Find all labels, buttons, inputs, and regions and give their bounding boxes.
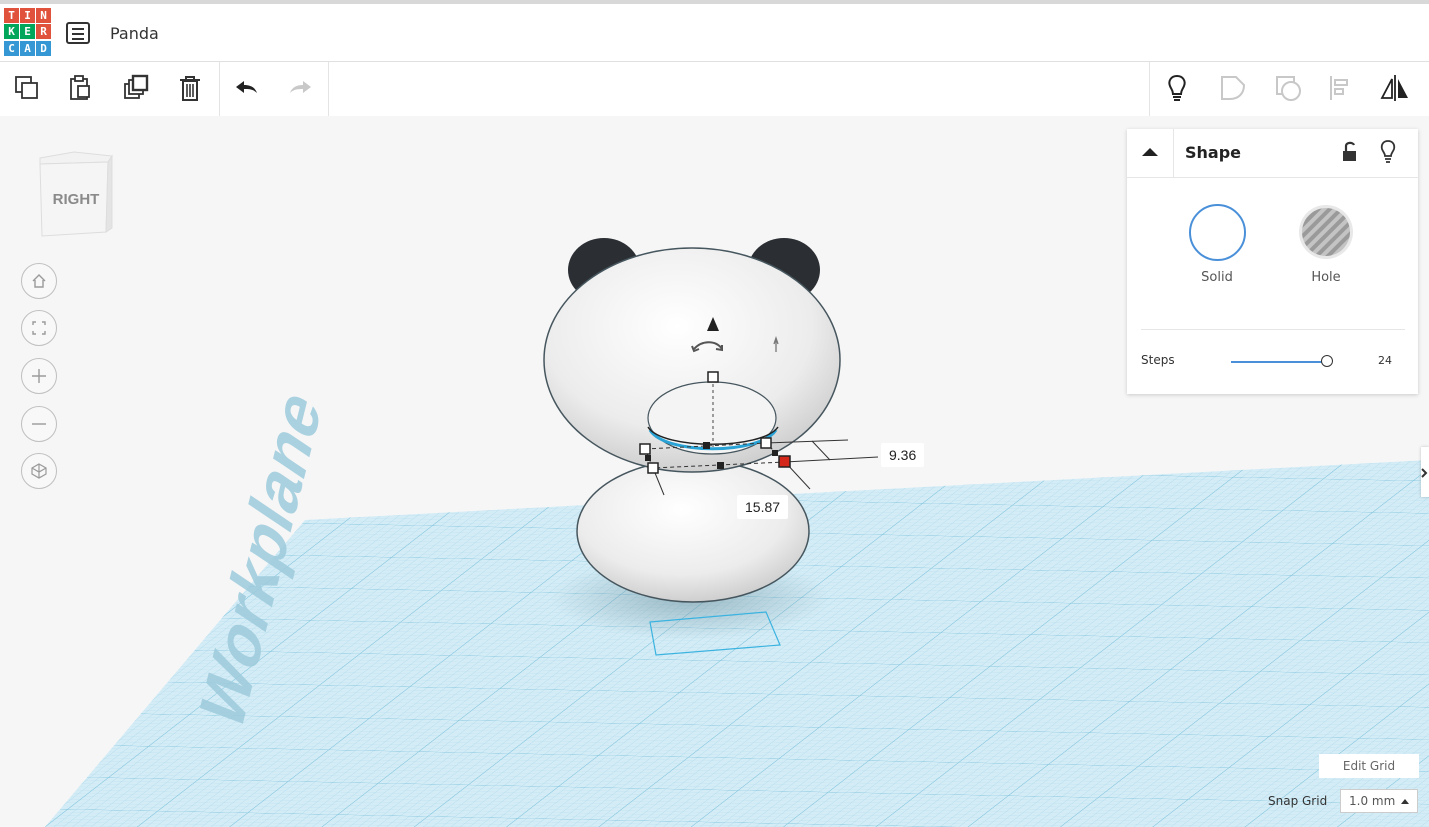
logo-letter: R	[36, 24, 51, 40]
design-list-icon[interactable]	[66, 22, 90, 44]
ungroup-icon[interactable]	[1268, 68, 1308, 108]
panel-divider	[1141, 329, 1405, 330]
home-view-icon[interactable]	[21, 263, 57, 299]
logo-letter: A	[20, 40, 35, 56]
logo-letter: T	[4, 8, 19, 23]
design-title[interactable]: Panda	[110, 24, 159, 43]
logo-letter: N	[36, 8, 51, 23]
lock-icon[interactable]	[1339, 140, 1361, 164]
delete-icon[interactable]	[170, 68, 210, 108]
mirror-icon[interactable]	[1375, 68, 1415, 108]
paste-icon[interactable]	[60, 68, 100, 108]
shape-inspector-panel: Shape Solid Hole Steps 24	[1127, 129, 1418, 394]
height-handle[interactable]	[707, 371, 719, 383]
solid-option-circle[interactable]	[1189, 204, 1246, 261]
corner-handle[interactable]	[647, 462, 659, 474]
snap-grid-select[interactable]: 1.0 mm	[1340, 789, 1418, 813]
top-bar: T I N K E R C A D Panda	[0, 0, 1429, 62]
corner-handle[interactable]	[639, 443, 651, 455]
duplicate-icon[interactable]	[116, 68, 156, 108]
logo-letter: C	[4, 40, 19, 56]
tinkercad-logo[interactable]: T I N K E R C A D	[4, 8, 52, 56]
steps-slider-track[interactable]	[1231, 361, 1327, 363]
toolbar-divider	[328, 62, 329, 116]
logo-letter: E	[20, 24, 35, 40]
hole-label[interactable]: Hole	[1294, 270, 1358, 285]
group-icon[interactable]	[1213, 68, 1253, 108]
collapse-panel-button[interactable]	[1127, 129, 1174, 177]
logo-letter: K	[4, 24, 19, 40]
caret-up-icon	[1401, 799, 1409, 804]
view-cube-face-label: RIGHT	[53, 191, 100, 208]
steps-value[interactable]: 24	[1378, 354, 1392, 367]
chevron-right-icon	[1421, 468, 1428, 478]
panel-toggle-tab[interactable]	[1421, 447, 1429, 497]
zoom-out-icon[interactable]	[21, 406, 57, 442]
width-dimension-label[interactable]: 15.87	[737, 495, 789, 519]
panda-body[interactable]	[576, 459, 810, 603]
copy-icon[interactable]	[7, 68, 47, 108]
edge-handle[interactable]	[772, 450, 778, 456]
panel-title: Shape	[1185, 143, 1242, 162]
caret-up-icon	[1142, 148, 1158, 156]
panel-header: Shape	[1127, 129, 1418, 178]
redo-icon[interactable]	[280, 68, 320, 108]
height-dimension-label[interactable]: 9.36	[881, 443, 925, 467]
toolbar-divider	[1149, 62, 1150, 116]
corner-handle[interactable]	[760, 437, 772, 449]
hole-option-circle[interactable]	[1298, 204, 1354, 260]
snap-grid-label: Snap Grid	[1268, 794, 1328, 808]
perspective-icon[interactable]	[21, 453, 57, 489]
snap-grid-value: 1.0 mm	[1349, 794, 1396, 808]
edge-handle[interactable]	[703, 442, 710, 449]
hide-lightbulb-icon[interactable]	[1378, 139, 1398, 165]
steps-label: Steps	[1141, 353, 1175, 367]
zoom-in-icon[interactable]	[21, 358, 57, 394]
edge-handle[interactable]	[645, 455, 651, 461]
edit-toolbar	[0, 62, 1429, 117]
solid-label[interactable]: Solid	[1185, 270, 1249, 285]
toolbar-divider	[219, 62, 220, 116]
steps-slider-thumb[interactable]	[1321, 355, 1333, 367]
logo-letter: I	[20, 8, 35, 23]
lightbulb-icon[interactable]	[1157, 68, 1197, 108]
edge-handle[interactable]	[717, 462, 724, 469]
view-cube[interactable]: RIGHT	[34, 148, 120, 240]
logo-letter: D	[36, 40, 51, 56]
edit-grid-button[interactable]: Edit Grid	[1319, 754, 1419, 778]
align-icon[interactable]	[1320, 68, 1360, 108]
fit-view-icon[interactable]	[21, 310, 57, 346]
active-corner-handle[interactable]	[778, 455, 791, 468]
undo-icon[interactable]	[227, 68, 267, 108]
